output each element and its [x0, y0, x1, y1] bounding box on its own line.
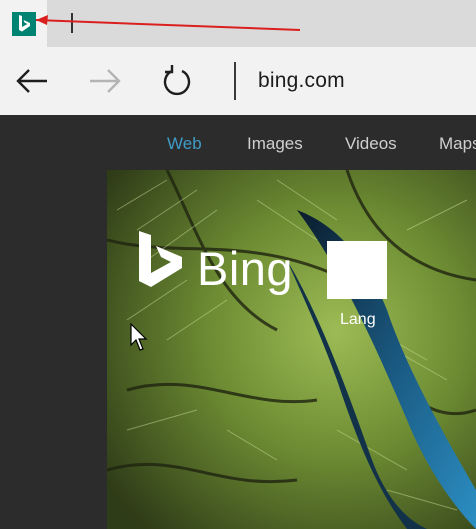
forward-arrow-icon: [90, 69, 121, 93]
hero-background-image: [107, 170, 476, 529]
back-button[interactable]: [9, 57, 57, 105]
annotation-arrow-icon: [35, 15, 301, 31]
language-link[interactable]: Lang: [340, 311, 376, 329]
back-arrow-icon: [16, 69, 47, 93]
nav-maps[interactable]: Maps: [439, 134, 476, 154]
forward-button[interactable]: [80, 57, 128, 105]
address-bar[interactable]: bing.com: [258, 69, 345, 93]
refresh-button[interactable]: [153, 57, 201, 105]
nav-images[interactable]: Images: [247, 134, 303, 154]
nav-videos[interactable]: Videos: [345, 134, 397, 154]
bing-logo-icon: [139, 231, 182, 287]
navigation-toolbar: bing.com: [0, 47, 476, 115]
address-divider: [234, 62, 236, 100]
scope-nav: Web Images Videos Maps: [0, 115, 476, 170]
bing-homepage: Web Images Videos Maps: [0, 115, 476, 529]
mouse-pointer-icon: [130, 323, 148, 351]
search-input[interactable]: [327, 241, 387, 299]
bing-logo-text: Bing: [197, 242, 294, 295]
refresh-icon: [163, 65, 191, 96]
nav-web[interactable]: Web: [167, 134, 202, 154]
